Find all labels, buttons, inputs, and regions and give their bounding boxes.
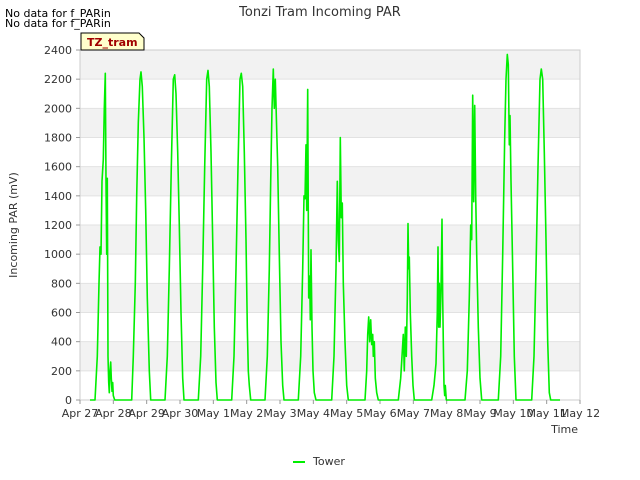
y-tick-label: 200 (51, 365, 72, 378)
x-tick-label: May 1 (197, 407, 230, 420)
site-badge-label: TZ_tram (87, 36, 138, 49)
chart-title: Tonzi Tram Incoming PAR (238, 5, 401, 20)
x-tick-label: May 9 (463, 407, 496, 420)
x-tick-label: May 8 (430, 407, 463, 420)
x-tick-label: Apr 27 (62, 407, 99, 420)
x-tick-label: May 2 (230, 407, 263, 420)
y-tick-label: 1200 (44, 219, 72, 232)
y-axis-ticks: 0 200 400 600 800 1000 1200 1400 1600 1800 2000 220… (44, 44, 80, 407)
y-tick-label: 600 (51, 307, 72, 320)
y-tick-label: 1400 (44, 190, 72, 203)
y-axis-title: Incoming PAR (mV) (7, 172, 20, 278)
x-tick-label: May 5 (330, 407, 363, 420)
y-tick-label: 1600 (44, 161, 72, 174)
x-tick-label: Apr 30 (162, 407, 199, 420)
y-tick-label: 1000 (44, 248, 72, 261)
x-tick-label: Apr 28 (95, 407, 132, 420)
x-axis-title: Time (550, 423, 578, 436)
x-tick-label: Apr 29 (128, 407, 165, 420)
grid-band (80, 50, 580, 80)
x-tick-label: May 4 (297, 407, 330, 420)
y-tick-label: 2200 (44, 73, 72, 86)
legend-label-tower: Tower (312, 455, 345, 468)
x-tick-label: May 3 (263, 407, 296, 420)
x-tick-label: May 6 (363, 407, 396, 420)
grid-band (80, 166, 580, 196)
grid-band (80, 283, 580, 313)
y-tick-label: 2400 (44, 44, 72, 57)
x-tick-label: May 12 (560, 407, 600, 420)
y-tick-label: 400 (51, 336, 72, 349)
x-axis-ticks: Apr 27Apr 28Apr 29Apr 30May 1 May 2 May 3M… (62, 400, 600, 420)
par-chart: Tonzi Tram Incoming PAR 0 200 400 600 800 100… (7, 5, 600, 468)
site-badge: TZ_tram (80, 32, 145, 51)
y-tick-label: 800 (51, 277, 72, 290)
legend: Tower (293, 455, 345, 468)
y-tick-label: 2000 (44, 102, 72, 115)
grid-band (80, 225, 580, 255)
grid-band (80, 341, 580, 371)
x-tick-label: May 7 (397, 407, 430, 420)
y-tick-label: 1800 (44, 132, 72, 145)
y-tick-label: 0 (65, 394, 72, 407)
